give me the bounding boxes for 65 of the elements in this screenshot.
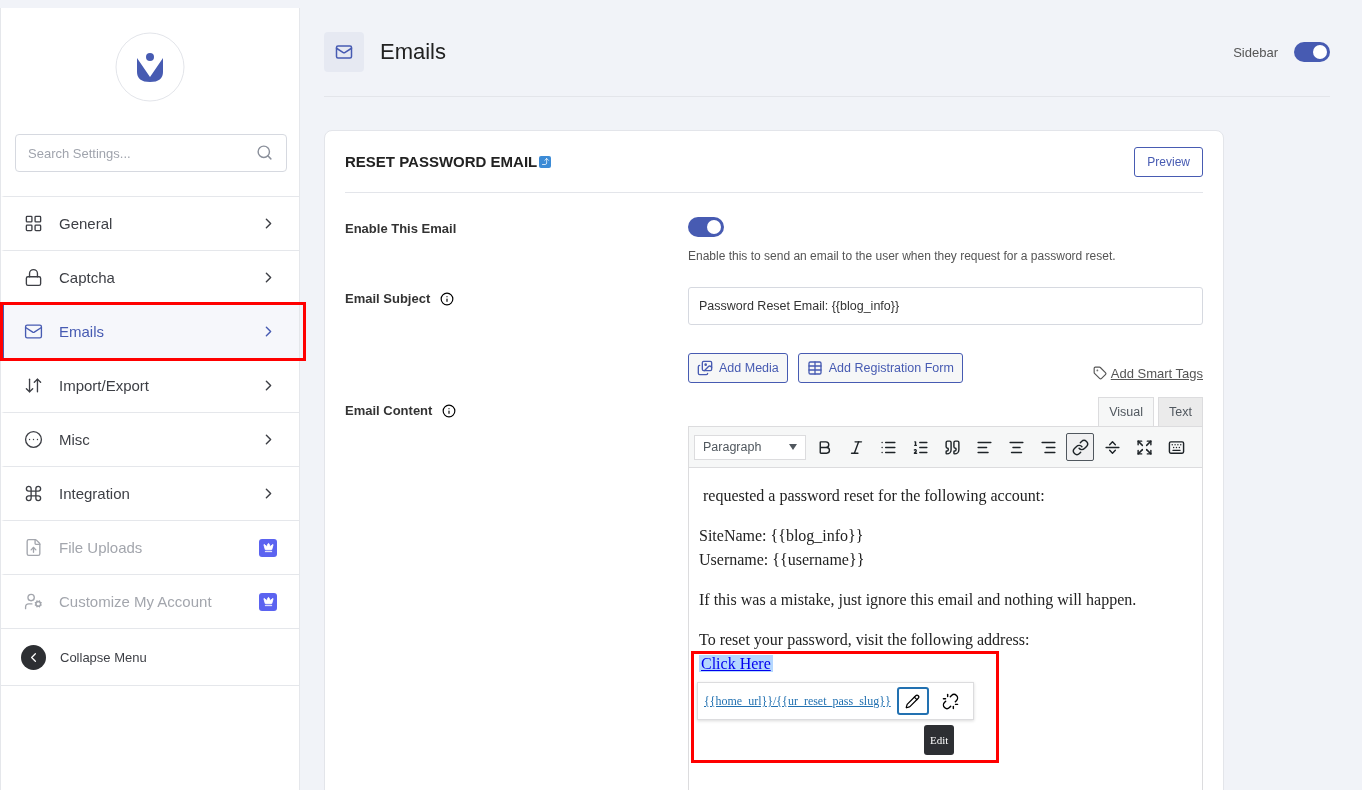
format-dropdown[interactable]: Paragraph — [694, 434, 806, 460]
field-label: Enable This Email — [345, 221, 457, 236]
email-paragraph: If this was a mistake, just ignore this email and nothing will happen. — [699, 590, 1138, 611]
email-paragraph: SiteName: {{blog_info}} Username: {{username}} — [699, 526, 866, 570]
file-upload-icon — [24, 538, 43, 557]
fullscreen-icon — [1135, 438, 1153, 456]
email-paragraph: requested a password reset for the following account: — [702, 486, 1046, 507]
subject-input[interactable]: Password Reset Email: {{blog_info}} — [688, 287, 1203, 325]
crown-icon — [262, 542, 274, 553]
field-label: Email Subject — [345, 291, 431, 306]
broken-link-icon — [942, 692, 960, 710]
page-title: Emails — [380, 39, 447, 65]
tooltip: Edit — [924, 725, 955, 755]
search-icon — [256, 144, 273, 161]
pencil-icon — [905, 693, 921, 709]
sidebar-item-label: Emails — [59, 323, 105, 340]
link-url[interactable]: {{home_url}}/{{ur_reset_pass_slug}} — [704, 689, 891, 713]
sidebar-item[interactable]: Emails — [1, 304, 299, 358]
link-icon — [1071, 438, 1089, 456]
command-key-icon — [24, 484, 43, 503]
tag-icon — [1092, 366, 1107, 380]
info-icon — [440, 291, 455, 306]
collapse-button[interactable] — [21, 644, 46, 670]
sidebar-item-label: Import/Export — [59, 377, 151, 394]
form-icon — [806, 360, 823, 376]
preview-button[interactable]: Preview — [1134, 146, 1203, 177]
field-label: Email Content — [345, 403, 433, 418]
edit-button[interactable] — [896, 687, 929, 715]
crown-icon — [262, 596, 274, 607]
toolbar-button[interactable] — [1066, 433, 1094, 461]
dots-circle-icon — [24, 430, 43, 449]
sidebar-item-label: Customize My Account — [59, 593, 213, 610]
sidebar-item-label: Misc — [59, 431, 91, 448]
keyboard-icon — [1167, 438, 1185, 456]
media-button[interactable]: Add Registration Form — [797, 353, 963, 383]
media-icon — [697, 360, 713, 376]
sidebar-item-label: Captcha — [59, 269, 116, 286]
sidebar-item-label: General — [59, 215, 114, 232]
editor-area[interactable] — [688, 426, 1203, 790]
envelope-icon — [335, 43, 353, 61]
grid-icon — [24, 214, 43, 233]
user-gear-icon — [24, 592, 43, 611]
editor-tab[interactable]: Visual — [1098, 397, 1155, 426]
info-icon — [442, 403, 457, 418]
help-text: Enable this to send an email to the user when they request for a password reset. — [688, 249, 1117, 263]
collapse-label: Collapse Menu — [60, 649, 147, 665]
email-paragraph: To reset your password, visit the following address: — [699, 630, 1031, 651]
sidebar-toggle[interactable] — [1294, 42, 1330, 62]
editor-tab[interactable]: Text — [1158, 397, 1203, 426]
search-field[interactable]: Search Settings... — [15, 134, 287, 172]
quote-icon — [943, 438, 961, 456]
logo-icon — [115, 32, 185, 102]
enable-toggle[interactable] — [688, 217, 724, 237]
media-button[interactable]: Add Media — [688, 353, 788, 383]
sidebar-toggle-label: Sidebar — [1233, 44, 1278, 60]
email-link[interactable]: Click Here — [699, 655, 773, 672]
envelope-icon — [24, 322, 43, 341]
card-title: RESET PASSWORD EMAIL — [345, 153, 538, 170]
sidebar-item-label: Integration — [59, 485, 131, 502]
sidebar-item-label: File Uploads — [59, 539, 144, 556]
read-more-icon — [1103, 438, 1121, 456]
sort-arrows-icon — [24, 376, 43, 395]
numbered-list-icon — [911, 438, 929, 456]
smart-tags-link[interactable]: Add Smart Tags — [1092, 365, 1203, 381]
lock-icon — [24, 268, 43, 287]
